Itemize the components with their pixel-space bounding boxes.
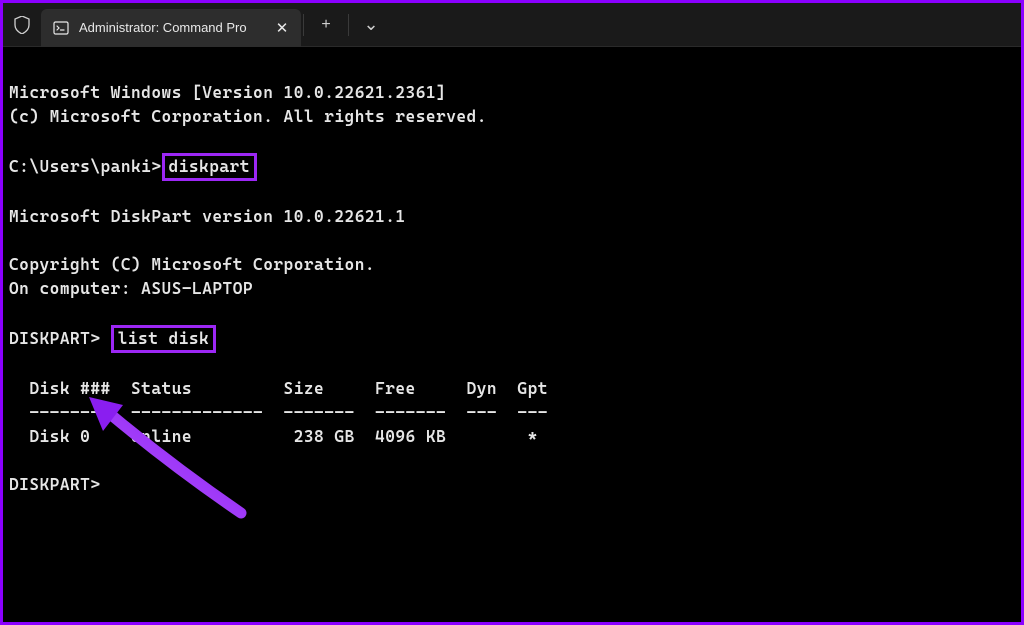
diskpart-version-line: Microsoft DiskPart version 10.0.22621.1	[9, 207, 406, 226]
diskpart-copyright-line: Copyright (C) Microsoft Corporation.	[9, 255, 375, 274]
tab-title: Administrator: Command Pro	[79, 20, 263, 35]
command-diskpart: diskpart	[162, 153, 257, 181]
command-list-disk: list disk	[111, 325, 217, 353]
close-tab-button[interactable]: ✕	[273, 19, 291, 37]
terminal-output[interactable]: Microsoft Windows [Version 10.0.22621.23…	[3, 47, 1021, 503]
prompt-path: C:\Users\panki>	[9, 157, 162, 176]
copyright-line: (c) Microsoft Corporation. All rights re…	[9, 107, 487, 126]
diskpart-prompt-empty: DISKPART>	[9, 475, 101, 494]
divider	[303, 14, 304, 36]
terminal-tab[interactable]: Administrator: Command Pro ✕	[41, 9, 301, 47]
terminal-icon	[53, 20, 69, 36]
disk-table-row: Disk 0 Online 238 GB 4096 KB *	[9, 427, 538, 446]
disk-table-divider: -------- ------------- ------- ------- -…	[9, 403, 548, 422]
security-shield-icon	[3, 3, 41, 47]
title-bar: Administrator: Command Pro ✕ + ⌄	[3, 3, 1021, 47]
new-tab-button[interactable]: +	[306, 3, 346, 47]
os-version-line: Microsoft Windows [Version 10.0.22621.23…	[9, 83, 446, 102]
disk-table-header: Disk ### Status Size Free Dyn Gpt	[9, 379, 548, 398]
tab-dropdown-button[interactable]: ⌄	[351, 3, 391, 47]
divider	[348, 14, 349, 36]
diskpart-prompt: DISKPART>	[9, 329, 111, 348]
computer-name-line: On computer: ASUS-LAPTOP	[9, 279, 253, 298]
